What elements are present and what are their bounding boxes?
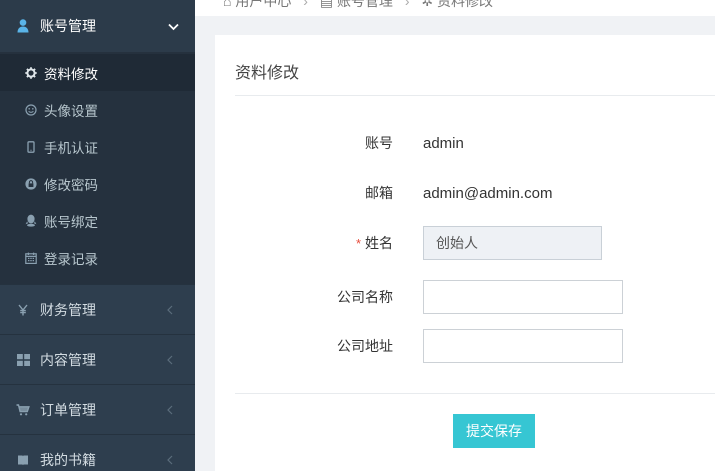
- sidebar-item-label: 我的书籍: [40, 451, 96, 468]
- sidebar-item-content[interactable]: 内容管理: [0, 334, 195, 384]
- sidebar-item-label: 订单管理: [40, 401, 96, 418]
- gear-icon: [24, 66, 38, 79]
- company-input[interactable]: [423, 280, 623, 314]
- breadcrumb-item-account[interactable]: 账号管理: [337, 0, 393, 9]
- title-divider: [235, 95, 715, 96]
- account-label: 账号: [365, 135, 393, 151]
- sidebar-item-label: 账号绑定: [44, 214, 98, 230]
- name-label: 姓名: [365, 235, 393, 251]
- profile-panel: 资料修改 账号 admin 邮箱 admin@admin.com * 姓名 公司名…: [215, 35, 715, 471]
- sidebar-item-change-password[interactable]: 修改密码: [0, 165, 195, 202]
- account-submenu: 资料修改 头像设置 手机认证 修改密码 账号绑定 登录记录: [0, 52, 195, 284]
- email-value: admin@admin.com: [423, 184, 553, 202]
- breadcrumb-trail: ⌂ 用户中心 › ▤ 账号管理 › ✲ 资料修改: [223, 0, 493, 11]
- chevron-left-icon: [167, 302, 173, 318]
- chevron-left-icon: [167, 402, 173, 418]
- calendar-icon: [24, 252, 38, 264]
- yen-icon: [16, 304, 30, 316]
- email-row: 邮箱 admin@admin.com: [215, 182, 715, 204]
- sidebar-item-profile-edit[interactable]: 资料修改: [0, 54, 195, 91]
- account-menu-header[interactable]: 账号管理: [0, 0, 195, 52]
- gear-icon: ✲: [421, 0, 434, 9]
- name-input[interactable]: [423, 226, 602, 260]
- address-row: 公司地址: [215, 329, 715, 363]
- name-row: * 姓名: [215, 226, 715, 260]
- book-icon: [16, 454, 30, 466]
- address-input[interactable]: [423, 329, 623, 363]
- company-label: 公司名称: [337, 289, 393, 305]
- form-divider: [235, 393, 715, 394]
- panel-title: 资料修改: [235, 65, 300, 82]
- chevron-down-icon: [168, 18, 179, 34]
- account-menu: 账号管理 资料修改 头像设置 手机认证 修改密码 账号绑定 登录记录: [0, 0, 195, 284]
- sidebar-item-label: 头像设置: [44, 103, 98, 119]
- breadcrumb-separator: ›: [303, 0, 308, 9]
- sidebar-item-label: 财务管理: [40, 301, 96, 318]
- breadcrumb-separator: ›: [404, 0, 410, 9]
- sidebar-item-label: 内容管理: [40, 351, 96, 368]
- breadcrumb-item-user-center[interactable]: 用户中心: [235, 0, 291, 9]
- submit-button[interactable]: 提交保存: [453, 414, 535, 448]
- qq-icon: [24, 214, 38, 227]
- folder-icon: ▤: [319, 0, 334, 9]
- user-icon: [16, 19, 30, 33]
- sidebar-item-login-history[interactable]: 登录记录: [0, 239, 195, 276]
- sidebar-item-orders[interactable]: 订单管理: [0, 384, 195, 434]
- chevron-left-icon: [167, 452, 173, 468]
- required-mark: *: [355, 236, 361, 251]
- sidebar-item-account-binding[interactable]: 账号绑定: [0, 202, 195, 239]
- sidebar: 账号管理 资料修改 头像设置 手机认证 修改密码 账号绑定 登录记录 财务管理 …: [0, 0, 195, 471]
- sidebar-item-phone-verify[interactable]: 手机认证: [0, 128, 195, 165]
- sidebar-item-finance[interactable]: 财务管理: [0, 284, 195, 334]
- email-label: 邮箱: [365, 185, 393, 201]
- sidebar-item-label: 登录记录: [44, 251, 98, 267]
- sidebar-item-avatar[interactable]: 头像设置: [0, 91, 195, 128]
- grid-icon: [16, 353, 30, 366]
- lock-icon: [24, 177, 38, 190]
- breadcrumb-item-current: 资料修改: [437, 0, 494, 9]
- name-label-wrap: * 姓名: [215, 233, 423, 253]
- sidebar-item-label: 资料修改: [44, 66, 98, 82]
- sidebar-item-label: 修改密码: [44, 177, 98, 193]
- sidebar-item-my-books[interactable]: 我的书籍: [0, 434, 195, 471]
- cart-icon: [16, 403, 30, 416]
- company-row: 公司名称: [215, 280, 715, 314]
- account-value: admin: [423, 134, 464, 152]
- breadcrumb: ⌂ 用户中心 › ▤ 账号管理 › ✲ 资料修改: [195, 0, 715, 16]
- sidebar-item-label: 手机认证: [44, 140, 98, 156]
- mobile-icon: [24, 140, 38, 153]
- smile-icon: [24, 103, 38, 116]
- address-label: 公司地址: [337, 338, 393, 354]
- account-row: 账号 admin: [215, 132, 715, 154]
- home-icon: ⌂: [223, 0, 232, 9]
- chevron-left-icon: [167, 352, 173, 368]
- account-menu-label: 账号管理: [40, 18, 96, 34]
